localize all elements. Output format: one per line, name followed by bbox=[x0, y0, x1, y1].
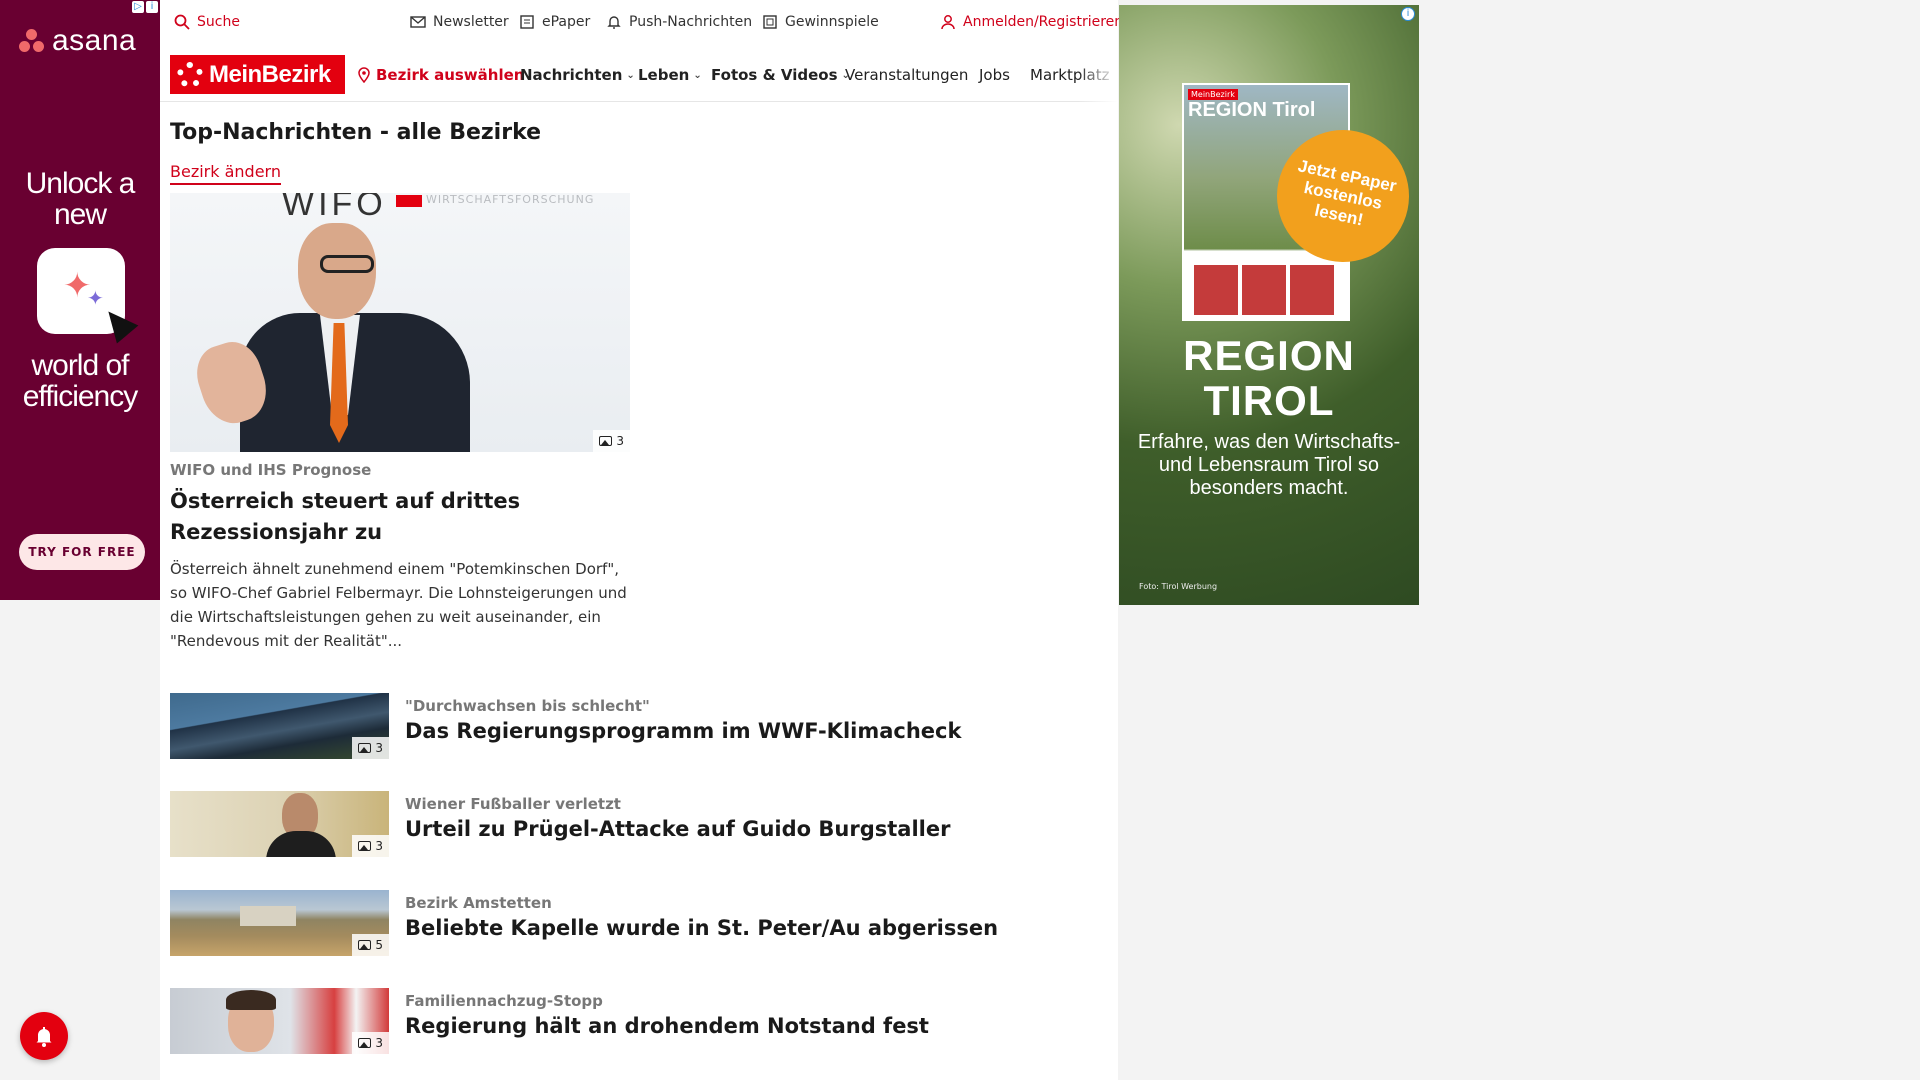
search-label: Suche bbox=[197, 14, 240, 30]
lead-article-image[interactable]: WIFO WIRTSCHAFTSFORSCHUNG 3 bbox=[170, 193, 630, 452]
article-kicker: "Durchwachsen bis schlecht" bbox=[405, 697, 650, 715]
ad-headline-2: world of efficiency bbox=[22, 349, 139, 413]
article-title[interactable]: Urteil zu Prügel-Attacke auf Guido Burgs… bbox=[405, 817, 950, 841]
gewinnspiele-label: Gewinnspiele bbox=[785, 14, 879, 30]
epaper-link[interactable]: ePaper bbox=[519, 14, 590, 30]
ad-info-icon[interactable]: i bbox=[1401, 7, 1415, 21]
gallery-count-badge: 3 bbox=[352, 1032, 389, 1054]
article-thumbnail[interactable]: 3 bbox=[170, 988, 389, 1054]
article-kicker: Familiennachzug-Stopp bbox=[405, 992, 603, 1010]
article-title[interactable]: Beliebte Kapelle wurde in St. Peter/Au a… bbox=[405, 916, 998, 940]
login-link[interactable]: Anmelden/Registrieren bbox=[940, 14, 1123, 30]
search-link[interactable]: Suche bbox=[174, 14, 240, 30]
article-thumbnail[interactable]: 3 bbox=[170, 791, 389, 857]
gallery-icon bbox=[358, 743, 372, 753]
page-title: Top-Nachrichten - alle Bezirke bbox=[170, 120, 542, 145]
gallery-count: 5 bbox=[375, 938, 383, 952]
logo-text: MeinBezirk bbox=[209, 60, 331, 88]
asana-wordmark: asana bbox=[52, 24, 137, 57]
nav-item-veranstaltungen[interactable]: Veranstaltungen bbox=[845, 66, 968, 84]
wifo-red-bar bbox=[396, 195, 422, 207]
article-thumbnail[interactable]: 5 bbox=[170, 890, 389, 956]
nav-label: Nachrichten bbox=[520, 66, 623, 84]
nav-label: Jobs bbox=[979, 66, 1010, 84]
asana-ad[interactable]: ▷ i asana Unlock a new ✦ ✦ world of effici… bbox=[0, 0, 160, 600]
cover-title: REGION Tirol bbox=[1188, 99, 1316, 121]
wifo-backdrop-logo: WIFO bbox=[282, 193, 387, 223]
search-icon bbox=[174, 14, 190, 30]
gallery-count-badge: 3 bbox=[352, 835, 389, 857]
article-row[interactable]: 3 Familiennachzug-Stopp Regierung hält a… bbox=[170, 988, 1070, 1054]
push-notifications-link[interactable]: Push-Nachrichten bbox=[606, 14, 752, 30]
gallery-count: 3 bbox=[375, 839, 383, 853]
chevron-down-icon: ⌄ bbox=[693, 69, 702, 81]
article-kicker: Bezirk Amstetten bbox=[405, 894, 552, 912]
notification-bell-button[interactable] bbox=[20, 1012, 68, 1060]
article-row[interactable]: 3 "Durchwachsen bis schlecht" Das Regier… bbox=[170, 693, 1070, 759]
article-row[interactable]: 3 Wiener Fußballer verletzt Urteil zu Pr… bbox=[170, 791, 1070, 857]
gift-icon bbox=[763, 15, 777, 29]
nav-label: Fotos & Videos bbox=[711, 66, 838, 84]
user-icon bbox=[941, 15, 955, 30]
article-thumbnail[interactable]: 3 bbox=[170, 693, 389, 759]
epaper-label: ePaper bbox=[542, 14, 591, 30]
main-nav: MeinBezirk Bezirk auswählen Nachrichten ⌄… bbox=[160, 46, 1118, 102]
utility-bar: Suche Newsletter ePaper Push-Nachrichten… bbox=[160, 0, 1123, 46]
bell-icon bbox=[607, 16, 621, 29]
asana-dots-icon bbox=[18, 28, 46, 54]
change-district-link[interactable]: Bezirk ändern bbox=[170, 162, 281, 185]
lead-article-kicker: WIFO und IHS Prognose bbox=[170, 461, 372, 479]
select-district-button[interactable]: Bezirk auswählen bbox=[356, 66, 524, 84]
chevron-down-icon: ⌄ bbox=[626, 69, 635, 81]
nav-label: Veranstaltungen bbox=[845, 66, 969, 84]
lead-article-title[interactable]: Österreich steuert auf drittes Rezession… bbox=[170, 486, 630, 548]
epaper-icon bbox=[520, 15, 534, 29]
adchoices-icon[interactable]: ▷ i bbox=[132, 1, 158, 13]
region-tirol-ad[interactable]: i MeinBezirk REGION Tirol Jetzt ePaper k… bbox=[1119, 5, 1419, 605]
login-label: Anmelden/Registrieren bbox=[963, 14, 1124, 30]
asana-logo: asana bbox=[18, 24, 136, 58]
nav-item-fotos-videos[interactable]: Fotos & Videos ⌄ bbox=[711, 66, 850, 84]
gallery-count: 3 bbox=[616, 434, 624, 448]
gewinnspiele-link[interactable]: Gewinnspiele bbox=[762, 14, 879, 30]
push-label: Push-Nachrichten bbox=[629, 14, 753, 30]
gallery-icon bbox=[358, 940, 372, 950]
article-kicker: Wiener Fußballer verletzt bbox=[405, 795, 621, 813]
select-district-label: Bezirk auswählen bbox=[376, 66, 525, 84]
nav-item-jobs[interactable]: Jobs bbox=[979, 66, 1010, 84]
lead-article-teaser: Österreich ähnelt zunehmend einem "Potem… bbox=[170, 560, 627, 650]
photo-credit: Foto: Tirol Werbung bbox=[1139, 582, 1218, 591]
ad-copy: Erfahre, was den Wirtschafts- und Lebens… bbox=[1137, 431, 1401, 499]
ad-headline-1: Unlock a new bbox=[25, 167, 136, 231]
nav-item-leben[interactable]: Leben ⌄ bbox=[638, 66, 702, 84]
article-title[interactable]: Das Regierungsprogramm im WWF-Klimacheck bbox=[405, 719, 961, 743]
person-glasses bbox=[320, 255, 374, 273]
gallery-count-badge: 3 bbox=[352, 737, 389, 759]
main-column: Suche Newsletter ePaper Push-Nachrichten… bbox=[160, 0, 1123, 1080]
wifo-backdrop-subtitle: WIRTSCHAFTSFORSCHUNG bbox=[426, 193, 595, 206]
nav-label: Leben bbox=[638, 66, 690, 84]
ad-headline: REGION TIROL bbox=[1183, 332, 1355, 424]
newsletter-label: Newsletter bbox=[433, 14, 509, 30]
gallery-count: 3 bbox=[375, 1036, 383, 1050]
gallery-icon bbox=[599, 436, 613, 446]
logo-icon bbox=[177, 61, 203, 88]
notification-bell-icon bbox=[36, 1027, 52, 1047]
gallery-count: 3 bbox=[375, 741, 383, 755]
nav-item-nachrichten[interactable]: Nachrichten ⌄ bbox=[520, 66, 635, 84]
gallery-icon bbox=[358, 1038, 372, 1048]
article-row[interactable]: 5 Bezirk Amstetten Beliebte Kapelle wurd… bbox=[170, 890, 1070, 956]
newsletter-link[interactable]: Newsletter bbox=[410, 14, 509, 30]
try-for-free-button[interactable]: TRY FOR FREE bbox=[19, 534, 145, 570]
gallery-count-badge: 5 bbox=[352, 934, 389, 956]
meinbezirk-logo[interactable]: MeinBezirk bbox=[170, 55, 345, 94]
nav-fade bbox=[1078, 46, 1118, 102]
gallery-icon bbox=[358, 841, 372, 851]
gallery-count-badge: 3 bbox=[593, 430, 630, 452]
mail-icon bbox=[410, 16, 426, 28]
pin-icon bbox=[358, 67, 370, 83]
article-title[interactable]: Regierung hält an drohendem Notstand fes… bbox=[405, 1014, 929, 1038]
